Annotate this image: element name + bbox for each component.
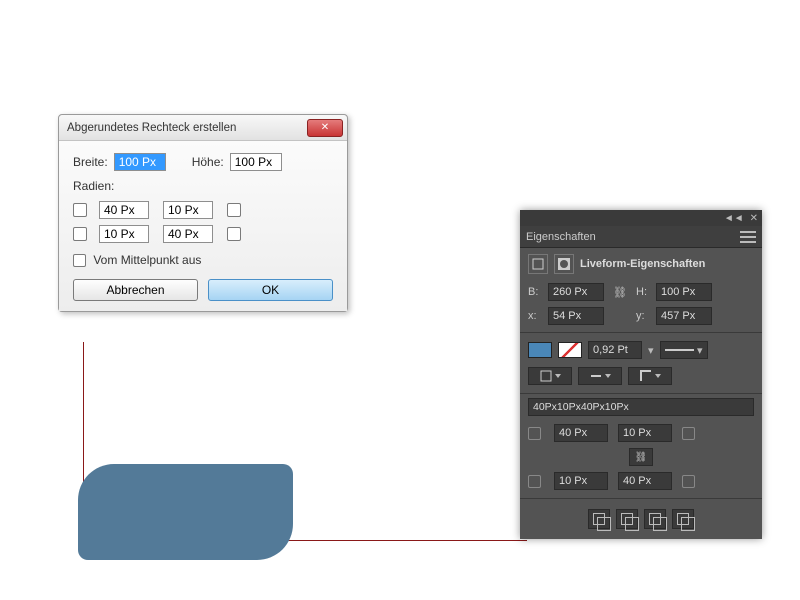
y-input[interactable] — [656, 307, 712, 325]
height-label: Höhe: — [192, 155, 224, 169]
pathfinder-row — [520, 503, 762, 539]
radii-label: Radien: — [73, 179, 333, 193]
prad-tr-input[interactable] — [618, 424, 672, 442]
ok-button[interactable]: OK — [208, 279, 333, 301]
height-input[interactable] — [230, 153, 282, 171]
fill-swatch[interactable] — [528, 342, 552, 358]
panel-radii-grid — [520, 420, 762, 446]
prad-tr-checkbox[interactable] — [682, 427, 695, 440]
radius-tr-input[interactable] — [163, 201, 213, 219]
prad-br-checkbox[interactable] — [682, 475, 695, 488]
create-rounded-rect-dialog: Abgerundetes Rechteck erstellen ✕ Breite… — [58, 114, 348, 312]
link-radii-icon[interactable]: ⛓ — [629, 448, 653, 466]
from-midpoint-label: Vom Mittelpunkt aus — [93, 253, 201, 267]
dialog-body: Breite: Höhe: Radien: Vom Mittelpunkt au… — [59, 141, 347, 311]
radius-bl-checkbox[interactable] — [73, 227, 87, 241]
radius-bl-input[interactable] — [99, 225, 149, 243]
path-exclude-button[interactable] — [672, 509, 694, 529]
prad-bl-input[interactable] — [554, 472, 608, 490]
panel-collapse-icon[interactable]: ◄◄ — [724, 213, 744, 224]
panel-heading-row: Liveform-Eigenschaften — [520, 248, 762, 280]
panel-heading: Liveform-Eigenschaften — [580, 258, 705, 270]
stroke-align-dropdown[interactable] — [528, 367, 572, 385]
b-input[interactable] — [548, 283, 604, 301]
width-label: Breite: — [73, 155, 108, 169]
panel-tabbar: Eigenschaften — [520, 226, 762, 248]
x-label: x: — [528, 310, 542, 322]
dialog-title: Abgerundetes Rechteck erstellen — [67, 122, 307, 134]
annotation-line-horizontal — [272, 540, 527, 541]
radius-br-input[interactable] — [163, 225, 213, 243]
h-label: H: — [636, 286, 650, 298]
stroke-caps-dropdown[interactable] — [578, 367, 622, 385]
radii-summary-input[interactable]: 40Px10Px40Px10Px — [528, 398, 754, 416]
radius-tr-checkbox[interactable] — [227, 203, 241, 217]
stroke-style-dropdown[interactable]: ▾ — [660, 341, 708, 359]
stroke-swatch[interactable] — [558, 342, 582, 358]
prad-tl-input[interactable] — [554, 424, 608, 442]
stroke-width-dropdown-icon[interactable]: ▾ — [648, 344, 654, 357]
radii-grid — [73, 201, 333, 243]
prad-bl-checkbox[interactable] — [528, 475, 541, 488]
link-wh-icon[interactable]: ⛓ — [610, 286, 630, 299]
h-input[interactable] — [656, 283, 712, 301]
stroke-corners-dropdown[interactable] — [628, 367, 672, 385]
liveform-mask-icon[interactable] — [554, 254, 574, 274]
rounded-rect-shape[interactable] — [78, 464, 293, 560]
from-midpoint-row: Vom Mittelpunkt aus — [73, 253, 333, 267]
path-intersect-button[interactable] — [644, 509, 666, 529]
y-label: y: — [636, 310, 650, 322]
radius-tl-checkbox[interactable] — [73, 203, 87, 217]
x-input[interactable] — [548, 307, 604, 325]
properties-panel: ◄◄ ✕ Eigenschaften Liveform-Eigenschafte… — [520, 210, 762, 539]
path-subtract-button[interactable] — [616, 509, 638, 529]
close-icon: ✕ — [321, 122, 329, 133]
close-button[interactable]: ✕ — [307, 119, 343, 137]
radius-br-checkbox[interactable] — [227, 227, 241, 241]
width-input[interactable] — [114, 153, 166, 171]
panel-menu-icon[interactable] — [740, 231, 756, 243]
prad-br-input[interactable] — [618, 472, 672, 490]
b-label: B: — [528, 286, 542, 298]
path-unite-button[interactable] — [588, 509, 610, 529]
prad-tl-checkbox[interactable] — [528, 427, 541, 440]
radius-tl-input[interactable] — [99, 201, 149, 219]
stroke-width-input[interactable] — [588, 341, 642, 359]
from-midpoint-checkbox[interactable] — [73, 254, 86, 267]
liveform-bounds-icon[interactable] — [528, 254, 548, 274]
cancel-button[interactable]: Abbrechen — [73, 279, 198, 301]
tab-properties[interactable]: Eigenschaften — [526, 231, 596, 243]
panel-top-controls: ◄◄ ✕ — [520, 210, 762, 226]
panel-close-icon[interactable]: ✕ — [750, 213, 758, 224]
dialog-titlebar[interactable]: Abgerundetes Rechteck erstellen ✕ — [59, 115, 347, 141]
